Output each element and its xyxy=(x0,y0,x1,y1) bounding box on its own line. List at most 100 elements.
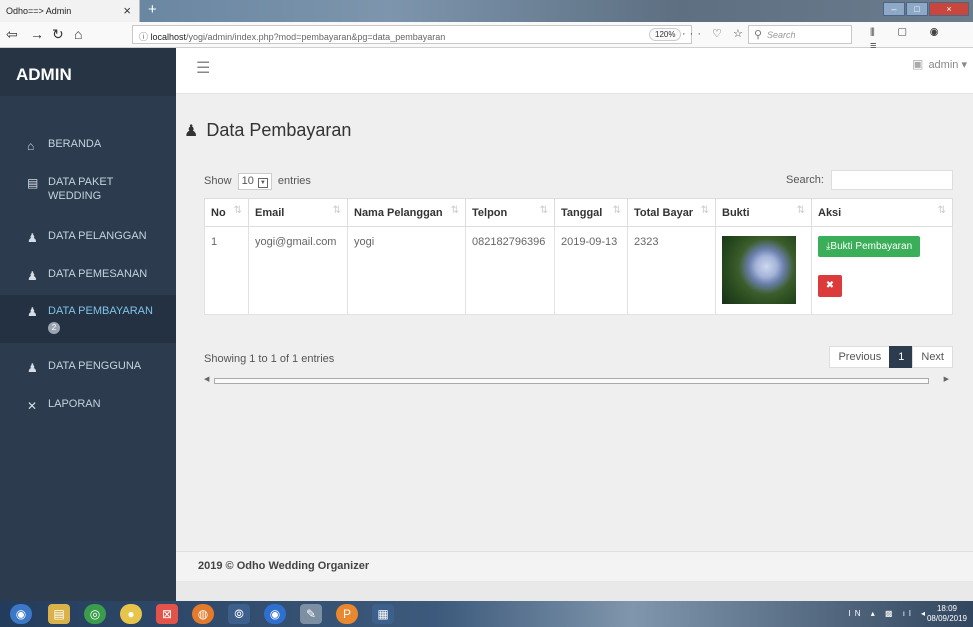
browser-search-input[interactable]: ⚲ Search xyxy=(748,25,852,44)
horizontal-scrollbar[interactable]: ◀ ▶ xyxy=(204,375,953,387)
sidebar-item-data-pemesanan[interactable]: ♟ DATA PEMESANAN xyxy=(0,268,176,283)
brand-logo[interactable]: ADMIN xyxy=(0,48,176,96)
payment-table: No ⇅ Email ⇅ Nama Pelanggan ⇅ Telpon ⇅ Tangg… xyxy=(204,198,953,315)
sidebar-item-data-pelanggan[interactable]: ♟ DATA PELANGGAN xyxy=(0,230,176,245)
user-icon: ♟ xyxy=(27,305,38,319)
file-explorer-icon[interactable]: ▤ xyxy=(48,604,70,624)
sidebar-item-data-paket-wedding[interactable]: ▤ DATA PAKET WEDDING xyxy=(0,175,176,203)
sort-icon: ⇅ xyxy=(332,205,341,216)
back-icon[interactable]: ⇦ xyxy=(6,26,18,43)
column-header-bukti[interactable]: Bukti ⇅ xyxy=(715,198,812,227)
new-tab-button[interactable]: + xyxy=(148,1,157,18)
table-header-row: No ⇅ Email ⇅ Nama Pelanggan ⇅ Telpon ⇅ Tangg… xyxy=(204,198,953,227)
sort-icon: ⇅ xyxy=(450,205,459,216)
scrollbar-thumb[interactable] xyxy=(214,378,929,384)
sidebar-item-label: LAPORAN xyxy=(48,398,101,410)
sidebar-item-label: DATA PEMESANAN xyxy=(48,268,148,280)
info-icon: ⓘ xyxy=(139,32,151,42)
column-label: Tanggal xyxy=(561,206,603,219)
pagination-page-1[interactable]: 1 xyxy=(889,346,914,368)
word-icon[interactable]: ▦ xyxy=(372,604,394,624)
footer-text: 2019 © Odho Wedding Organizer xyxy=(198,560,370,572)
start-icon[interactable]: ◉ xyxy=(10,604,32,624)
column-header-email[interactable]: Email ⇅ xyxy=(248,198,348,227)
chrome-icon[interactable]: ◎ xyxy=(84,604,106,624)
window-controls: – □ × xyxy=(883,2,969,16)
column-label: Bukti xyxy=(722,206,750,219)
app-icon[interactable]: ● xyxy=(120,604,142,624)
zoom-level[interactable]: 120% xyxy=(649,28,682,41)
cell-telpon: 082182796396 xyxy=(465,226,555,315)
xampp-icon[interactable]: ⊠ xyxy=(156,604,178,624)
close-window-icon[interactable]: × xyxy=(929,2,969,16)
home-browser-icon[interactable]: ⌂ xyxy=(74,26,82,42)
scroll-left-icon[interactable]: ◀ xyxy=(204,375,209,383)
table-search-input[interactable] xyxy=(831,170,953,190)
user-menu[interactable]: ▣ admin ▾ xyxy=(912,57,967,71)
search-placeholder: Search xyxy=(767,30,796,40)
scroll-right-icon[interactable]: ▶ xyxy=(944,375,949,383)
language-indicator: IN xyxy=(848,609,865,618)
forward-icon[interactable]: → xyxy=(30,26,44,42)
clock[interactable]: 18:09 08/09/2019 xyxy=(927,604,967,624)
firefox-icon[interactable]: ◍ xyxy=(192,604,214,624)
search-label: Search: xyxy=(786,173,824,186)
column-header-telpon[interactable]: Telpon ⇅ xyxy=(465,198,555,227)
pagination: Previous 1 Next xyxy=(829,346,953,368)
browser-tab[interactable]: Odho==> Admin × xyxy=(0,0,140,22)
cell-bukti xyxy=(715,226,812,315)
sidebar-item-label: DATA PAKET WEDDING xyxy=(48,176,114,202)
cell-no: 1 xyxy=(204,226,249,315)
page-title-text: Data Pembayaran xyxy=(206,120,352,140)
cell-nama: yogi xyxy=(347,226,466,315)
user-icon: ♟ xyxy=(27,269,38,283)
url-path: /yogi/admin/index.php?mod=pembayaran&pg=… xyxy=(186,32,446,42)
entries-control: Show 10 ▼ entries xyxy=(204,173,311,190)
sidebar-item-label: DATA PENGGUNA xyxy=(48,360,142,372)
button-label: Bukti Pembayaran xyxy=(830,241,913,252)
user-icon: ♟ xyxy=(184,123,199,140)
sidebar-item-beranda[interactable]: ⌂ BERANDA xyxy=(0,138,176,153)
editor-icon[interactable]: P xyxy=(336,604,358,624)
sidebar-item-laporan[interactable]: ✕ LAPORAN xyxy=(0,398,176,413)
delete-button[interactable]: ✖ xyxy=(818,275,842,297)
user-name: admin xyxy=(928,59,959,71)
column-header-nama-pelanggan[interactable]: Nama Pelanggan ⇅ xyxy=(347,198,466,227)
chevron-down-icon: ▼ xyxy=(257,178,268,188)
search-icon: ⚲ xyxy=(754,29,763,41)
system-tray[interactable]: IN ▴ ▩ ıl ◂ xyxy=(849,609,929,618)
column-label: Nama Pelanggan xyxy=(354,206,443,219)
column-label: Total Bayar xyxy=(634,206,694,219)
sidebar: ADMIN ⌂ BERANDA ▤ DATA PAKET WEDDING ♟ D… xyxy=(0,48,176,601)
sort-icon: ⇅ xyxy=(796,205,805,216)
menu-toggle-icon[interactable]: ☰ xyxy=(196,58,210,78)
pagination-previous[interactable]: Previous xyxy=(829,346,891,368)
tool-icon[interactable]: ✎ xyxy=(300,604,322,624)
tools-icon: ✕ xyxy=(27,399,38,413)
maximize-icon[interactable]: □ xyxy=(906,2,928,16)
entries-select[interactable]: 10 ▼ xyxy=(237,173,272,190)
payment-proof-image[interactable] xyxy=(722,236,796,304)
column-header-aksi[interactable]: Aksi ⇅ xyxy=(811,198,953,227)
sidebar-item-data-pengguna[interactable]: ♟ DATA PENGGUNA xyxy=(0,360,176,375)
sidebar-item-label: DATA PEMBAYARAN xyxy=(48,305,153,317)
table-info: Showing 1 to 1 of 1 entries xyxy=(204,353,335,365)
pagination-next[interactable]: Next xyxy=(912,346,953,368)
cell-total: 2323 xyxy=(627,226,716,315)
user-icon: ♟ xyxy=(27,361,38,375)
column-header-total-bayar[interactable]: Total Bayar ⇅ xyxy=(627,198,716,227)
column-header-no[interactable]: No ⇅ xyxy=(204,198,249,227)
browser-tab-bar: Odho==> Admin × + – □ × xyxy=(0,0,973,22)
page-actions-icon[interactable]: ··· ♡ ☆ xyxy=(682,27,747,40)
page-title: ♟ Data Pembayaran xyxy=(184,120,351,141)
browser-icon[interactable]: ◉ xyxy=(264,604,286,624)
sidebar-item-data-pembayaran[interactable]: ♟ DATA PEMBAYARAN 2 xyxy=(0,295,176,343)
column-label: No xyxy=(211,206,226,219)
app-icon[interactable]: ⦾ xyxy=(228,604,250,624)
column-header-tanggal[interactable]: Tanggal ⇅ xyxy=(554,198,628,227)
reload-icon[interactable]: ↻ xyxy=(52,26,64,43)
tab-close-icon[interactable]: × xyxy=(123,3,131,18)
url-bar[interactable]: ⓘ localhost/yogi/admin/index.php?mod=pem… xyxy=(132,25,692,44)
bukti-pembayaran-button[interactable]: ⤓Bukti Pembayaran xyxy=(818,236,921,257)
minimize-icon[interactable]: – xyxy=(883,2,905,16)
